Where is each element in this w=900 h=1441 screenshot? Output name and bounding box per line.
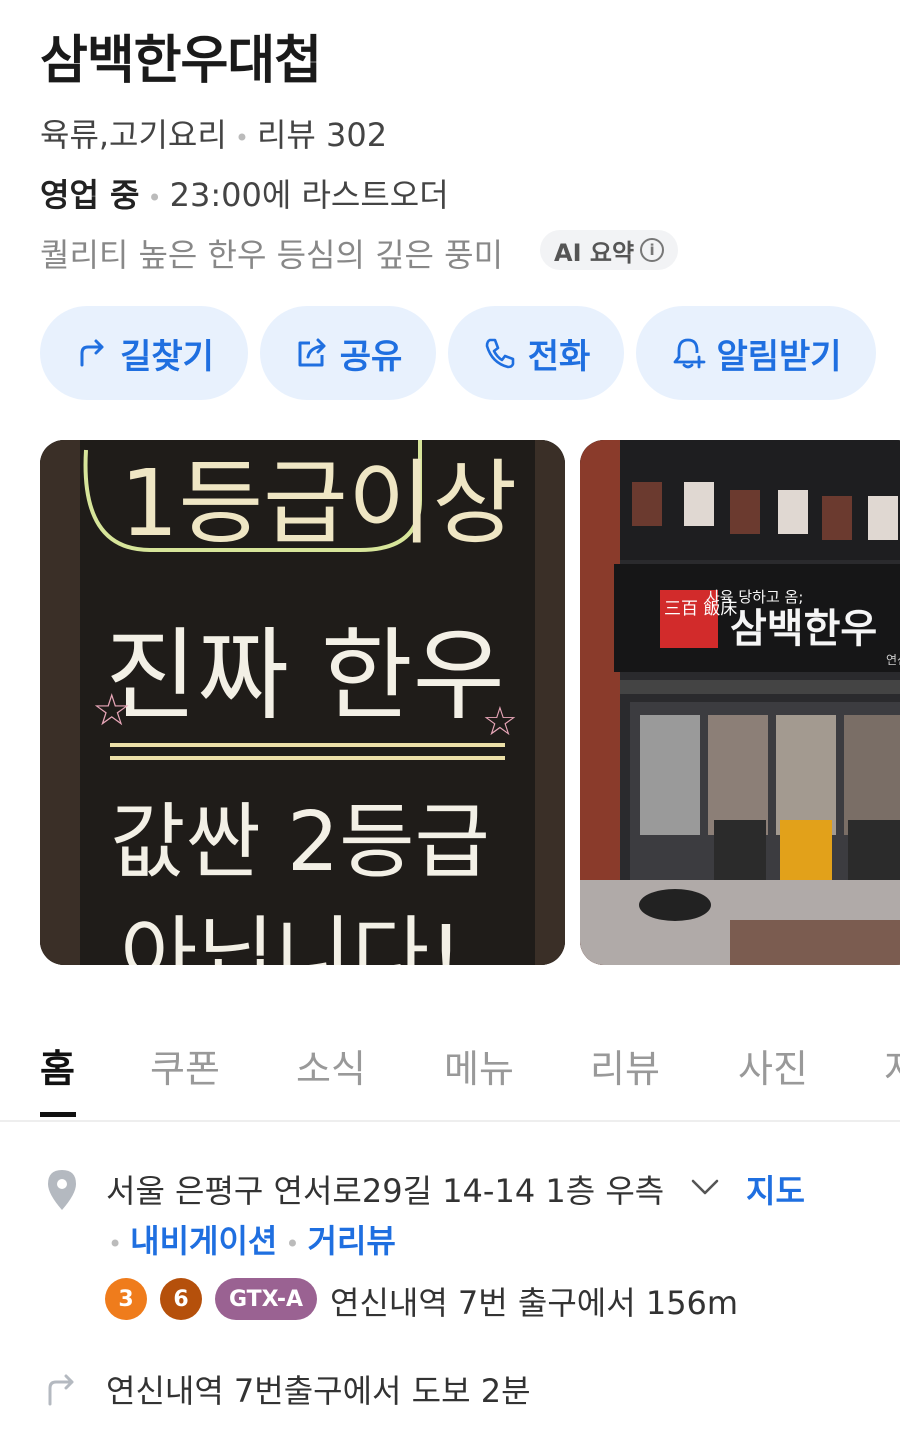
tab-news[interactable]: 소식 — [296, 1038, 366, 1093]
tab-active-indicator — [40, 1112, 76, 1117]
category-text: 육류,고기요리 — [40, 116, 227, 154]
subway-gtx-a-badge: GTX-A — [215, 1278, 317, 1320]
tab-menu[interactable]: 메뉴 — [444, 1038, 514, 1093]
place-title: 삼백한우대첩 — [40, 31, 322, 91]
sign-line-4: 아닙니다! — [120, 907, 463, 965]
map-link[interactable]: 지도 — [746, 1166, 805, 1212]
address-text[interactable]: 서울 은평구 연서로29길 14-14 1층 우측 — [106, 1166, 664, 1212]
chevron-down-icon[interactable] — [690, 1174, 720, 1200]
navigation-link[interactable]: 내비게이션 — [130, 1222, 277, 1260]
subway-line-6-badge: 6 — [160, 1278, 202, 1320]
place-meta-row: 육류,고기요리 • 리뷰 302 — [40, 116, 388, 154]
sign-line-1: 1등급이상 — [120, 450, 517, 557]
share-button[interactable]: 공유 — [260, 306, 436, 400]
star-icon: ☆ — [92, 685, 131, 736]
call-button[interactable]: 전화 — [448, 306, 624, 400]
location-pin-icon — [48, 1170, 76, 1210]
station-distance-text: 연신내역 7번 출구에서 156m — [330, 1284, 739, 1322]
tab-home[interactable]: 홈 — [40, 1038, 75, 1093]
photo-chalkboard[interactable]: 1등급이상 진짜 한우 ☆ ☆ 값싼 2등급 아닙니다! — [40, 440, 565, 965]
review-count-link[interactable]: 리뷰 302 — [257, 116, 387, 154]
storefront-small-text: 사육 당하고 옴; — [706, 588, 803, 606]
tab-review[interactable]: 리뷰 — [590, 1038, 660, 1093]
walking-direction-text: 연신내역 7번출구에서 도보 2분 — [106, 1372, 531, 1410]
storefront-sign-text: 삼백한우 — [730, 606, 877, 652]
directions-icon — [80, 339, 104, 367]
info-icon[interactable]: i — [640, 238, 665, 262]
ai-badge-label: AI 요약 — [554, 238, 635, 267]
directions-label: 길찾기 — [120, 336, 214, 377]
street-view-link[interactable]: 거리뷰 — [308, 1222, 396, 1260]
chalkboard-image: 1등급이상 진짜 한우 ☆ ☆ 값싼 2등급 아닙니다! — [40, 440, 565, 965]
sign-line-2: 진짜 한우 — [105, 617, 505, 734]
notify-label: 알림받기 — [716, 336, 842, 377]
tab-more[interactable]: 저 — [884, 1038, 900, 1093]
share-icon — [298, 338, 326, 367]
subway-line-3-badge: 3 — [105, 1278, 147, 1320]
bell-plus-icon — [674, 338, 706, 369]
last-order-text: 23:00에 라스트오더 — [169, 176, 449, 214]
star-icon: ☆ — [482, 699, 518, 745]
tab-coupon[interactable]: 쿠폰 — [150, 1038, 220, 1093]
tab-bar: 홈 쿠폰 소식 메뉴 리뷰 사진 저 — [0, 1030, 900, 1120]
phone-icon — [485, 338, 515, 369]
tab-photo[interactable]: 사진 — [738, 1038, 808, 1093]
storefront-image: 三百 飯床 사육 당하고 옴; 삼백한우 연신 — [580, 440, 900, 965]
notify-button[interactable]: 알림받기 — [636, 306, 876, 400]
divider — [0, 1120, 900, 1122]
open-status: 영업 중 — [40, 176, 140, 214]
walking-direction-icon — [48, 1374, 74, 1406]
photo-storefront[interactable]: 三百 飯床 사육 당하고 옴; 삼백한우 연신 — [580, 440, 900, 965]
location-links: • 내비게이션 • 거리뷰 — [108, 1222, 396, 1260]
ai-summary-text: 퀄리티 높은 한우 등심의 깊은 풍미 — [40, 236, 504, 274]
business-hours-row[interactable]: 영업 중 • 23:00에 라스트오더 — [40, 170, 449, 216]
ai-summary-badge[interactable]: AI 요약 i — [540, 230, 679, 270]
storefront-sign-corner: 연신 — [886, 653, 900, 667]
sign-line-3: 값싼 2등급 — [110, 795, 490, 890]
share-label: 공유 — [339, 336, 403, 377]
directions-button[interactable]: 길찾기 — [40, 306, 248, 400]
call-label: 전화 — [527, 336, 591, 377]
